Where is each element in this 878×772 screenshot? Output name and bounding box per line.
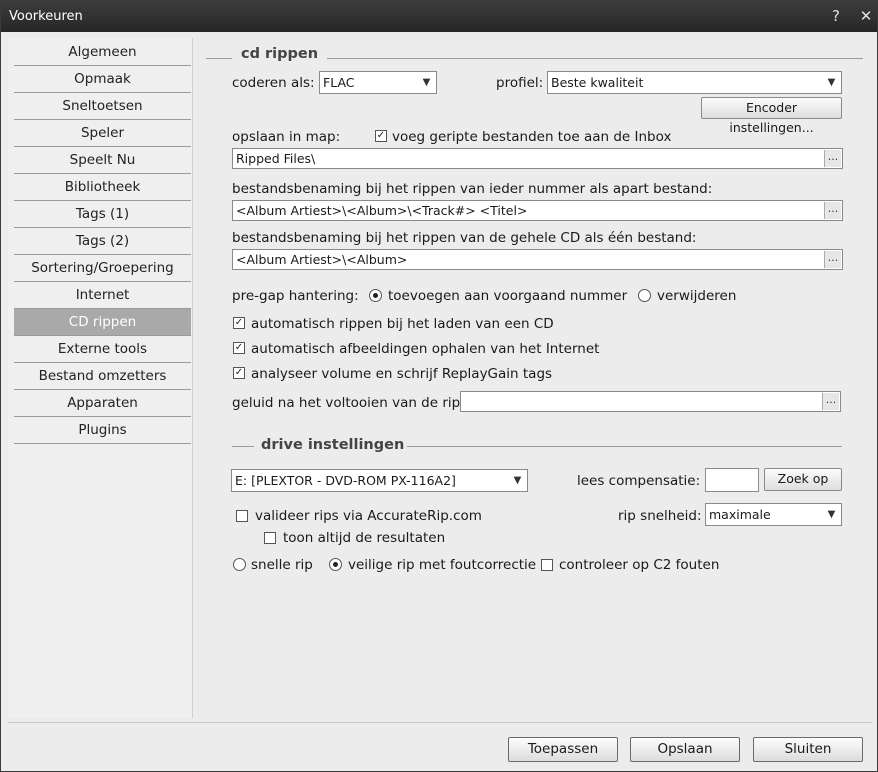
sidebar-item-bestand-omzetters[interactable]: Bestand omzetters [14,363,191,390]
folder-value: Ripped Files\ [236,151,316,166]
sidebar: Algemeen Opmaak Sneltoetsen Speler Speel… [8,38,193,718]
encode-format-value: FLAC [323,75,355,90]
per-track-naming-input[interactable]: <Album Artiest>\<Album>\<Track#> <Titel>… [232,200,843,221]
pregap-remove-radio[interactable] [638,289,651,302]
pregap-append-radio[interactable] [369,289,382,302]
profile-select[interactable]: Beste kwaliteit ▼ [547,71,842,94]
auto-rip-checkbox[interactable]: ✓ [233,317,245,329]
sidebar-item-speler[interactable]: Speler [14,120,191,147]
per-track-naming-label: bestandsbenaming bij het rippen van iede… [232,181,713,197]
help-icon[interactable]: ? [827,7,845,25]
close-icon[interactable]: ✕ [857,7,875,25]
secure-rip-radio[interactable] [329,558,342,571]
section-divider [327,58,863,59]
c2-errors-label: controleer op C2 fouten [559,557,720,573]
radio-selected-icon [333,562,338,567]
content-panel: cd rippen coderen als: FLAC ▼ profiel: B… [193,38,872,718]
chevron-down-icon: ▼ [513,475,522,486]
c2-errors-checkbox[interactable] [541,559,553,571]
per-track-naming-button[interactable]: ... [824,202,841,219]
sidebar-item-speelt-nu[interactable]: Speelt Nu [14,147,191,174]
auto-art-label: automatisch afbeeldingen ophalen van het… [251,341,600,357]
sidebar-item-plugins[interactable]: Plugins [14,417,191,444]
save-folder-label: opslaan in map: [232,129,341,145]
sidebar-item-sortering[interactable]: Sortering/Groepering [14,255,191,282]
check-icon: ✓ [234,317,244,328]
pregap-remove-label: verwijderen [657,288,737,304]
rip-speed-label: rip snelheid: [618,508,702,524]
sound-after-rip-input[interactable]: ... [460,391,841,412]
folder-input[interactable]: Ripped Files\ ... [232,148,843,169]
chevron-down-icon: ▼ [422,77,431,88]
whole-cd-naming-value: <Album Artiest>\<Album> [236,252,408,267]
browse-folder-button[interactable]: ... [824,150,841,167]
whole-cd-naming-input[interactable]: <Album Artiest>\<Album> ... [232,249,843,270]
encode-label: coderen als: [232,75,315,91]
chevron-down-icon: ▼ [827,509,836,520]
footer-divider [8,722,872,723]
sidebar-item-sneltoetsen[interactable]: Sneltoetsen [14,93,191,120]
replaygain-label: analyseer volume en schrijf ReplayGain t… [251,366,553,382]
chevron-down-icon: ▼ [827,77,836,88]
section-title-drive: drive instellingen [261,437,405,453]
auto-rip-label: automatisch rippen bij het laden van een… [251,316,554,332]
pregap-append-label: toevoegen aan voorgaand nummer [388,288,628,304]
sidebar-item-cd-rippen[interactable]: CD rippen [14,309,191,336]
sidebar-item-algemeen[interactable]: Algemeen [14,39,191,66]
sidebar-item-bibliotheek[interactable]: Bibliotheek [14,174,191,201]
read-compensation-input[interactable] [705,468,759,492]
add-inbox-checkbox[interactable]: ✓ [375,130,387,142]
sidebar-item-tags-1[interactable]: Tags (1) [14,201,191,228]
check-icon: ✓ [376,130,386,141]
replaygain-checkbox[interactable]: ✓ [233,367,245,379]
add-inbox-label: voeg geripte bestanden toe aan de Inbox [392,129,672,145]
auto-art-checkbox[interactable]: ✓ [233,342,245,354]
section-divider [206,58,232,59]
encoder-settings-button[interactable]: Encoder instellingen... [701,97,842,135]
apply-button[interactable]: Toepassen [508,737,618,762]
sidebar-item-internet[interactable]: Internet [14,282,191,309]
per-track-naming-value: <Album Artiest>\<Album>\<Track#> <Titel> [236,203,528,218]
show-results-label: toon altijd de resultaten [283,530,446,546]
rip-speed-value: maximale [709,507,771,522]
encode-format-select[interactable]: FLAC ▼ [319,71,437,94]
rip-speed-select[interactable]: maximale ▼ [705,503,842,526]
accuraterip-label: valideer rips via AccurateRip.com [255,508,482,524]
profile-label: profiel: [496,75,544,91]
fast-rip-radio[interactable] [233,558,246,571]
preferences-window: Voorkeuren ? ✕ Algemeen Opmaak Sneltoets… [0,0,878,772]
lookup-button[interactable]: Zoek op [764,468,842,491]
section-title-cd-rippen: cd rippen [241,46,319,62]
sound-after-rip-label: geluid na het voltooien van de rip: [232,395,465,411]
section-divider [407,446,842,447]
sidebar-item-tags-2[interactable]: Tags (2) [14,228,191,255]
save-button[interactable]: Opslaan [630,737,740,762]
sidebar-item-apparaten[interactable]: Apparaten [14,390,191,417]
profile-value: Beste kwaliteit [551,75,644,90]
sidebar-item-opmaak[interactable]: Opmaak [14,66,191,93]
read-compensation-label: lees compensatie: [577,473,701,489]
show-results-checkbox[interactable] [264,532,276,544]
title-bar: Voorkeuren ? ✕ [1,1,877,32]
whole-cd-naming-label: bestandsbenaming bij het rippen van de g… [232,230,697,246]
check-icon: ✓ [234,342,244,353]
sound-browse-button[interactable]: ... [822,393,839,410]
pregap-label: pre-gap hantering: [232,288,359,304]
section-divider [232,446,254,447]
whole-cd-naming-button[interactable]: ... [824,251,841,268]
secure-rip-label: veilige rip met foutcorrectie [348,557,537,573]
check-icon: ✓ [234,367,244,378]
accuraterip-checkbox[interactable] [236,510,248,522]
window-title: Voorkeuren [9,9,83,24]
close-button[interactable]: Sluiten [753,737,863,762]
drive-select[interactable]: E: [PLEXTOR - DVD-ROM PX-116A2] ▼ [231,469,528,492]
fast-rip-label: snelle rip [251,557,313,573]
sidebar-item-externe-tools[interactable]: Externe tools [14,336,191,363]
radio-selected-icon [373,293,378,298]
drive-value: E: [PLEXTOR - DVD-ROM PX-116A2] [235,473,456,488]
